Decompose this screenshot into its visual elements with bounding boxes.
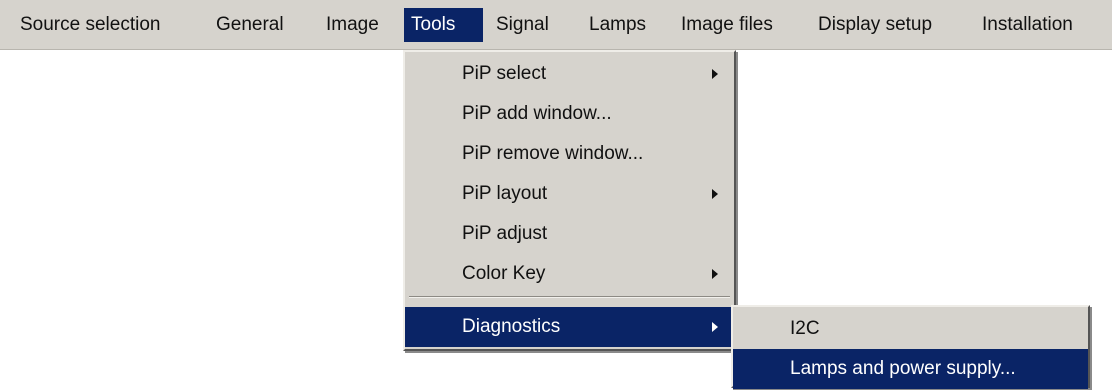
submenu-arrow-icon [712, 269, 718, 279]
menu-item-label: Lamps and power supply... [790, 358, 1016, 379]
submenu-arrow-icon [712, 189, 718, 199]
menu-bar: Source selection General Image Tools Sig… [0, 0, 1112, 50]
menu-item-i2c[interactable]: I2C [733, 309, 1088, 349]
menu-source-selection[interactable]: Source selection [20, 8, 160, 42]
menu-item-label: PiP layout [462, 183, 548, 204]
menu-general[interactable]: General [216, 8, 284, 42]
menu-item-label: PiP select [462, 63, 547, 84]
diagnostics-submenu: I2C Lamps and power supply... [731, 305, 1090, 389]
menu-signal[interactable]: Signal [496, 8, 549, 42]
menu-item-pip-select[interactable]: PiP select [405, 54, 734, 94]
menu-image-files[interactable]: Image files [681, 8, 773, 42]
menu-item-color-key[interactable]: Color Key [405, 254, 734, 294]
tools-dropdown-menu: PiP select PiP add window... PiP remove … [403, 50, 736, 351]
submenu-arrow-icon [712, 322, 718, 332]
menu-item-lamps-and-power-supply[interactable]: Lamps and power supply... [733, 349, 1088, 389]
submenu-arrow-icon [712, 69, 718, 79]
menu-lamps[interactable]: Lamps [589, 8, 646, 42]
menu-item-label: I2C [790, 318, 820, 339]
menu-item-pip-adjust[interactable]: PiP adjust [405, 214, 734, 254]
menu-installation[interactable]: Installation [982, 8, 1073, 42]
menu-image[interactable]: Image [326, 8, 379, 42]
menu-item-label: PiP add window... [462, 103, 612, 124]
menu-item-pip-add-window[interactable]: PiP add window... [405, 94, 734, 134]
menu-item-label: PiP adjust [462, 223, 548, 244]
menu-item-label: PiP remove window... [462, 143, 644, 164]
menu-tools[interactable]: Tools [404, 8, 483, 42]
menu-item-pip-layout[interactable]: PiP layout [405, 174, 734, 214]
menu-separator [409, 296, 730, 298]
menu-item-label: Diagnostics [462, 316, 561, 337]
menu-item-diagnostics[interactable]: Diagnostics [405, 307, 734, 347]
menu-display-setup[interactable]: Display setup [818, 8, 932, 42]
menu-item-label: Color Key [462, 263, 546, 284]
menu-item-pip-remove-window[interactable]: PiP remove window... [405, 134, 734, 174]
